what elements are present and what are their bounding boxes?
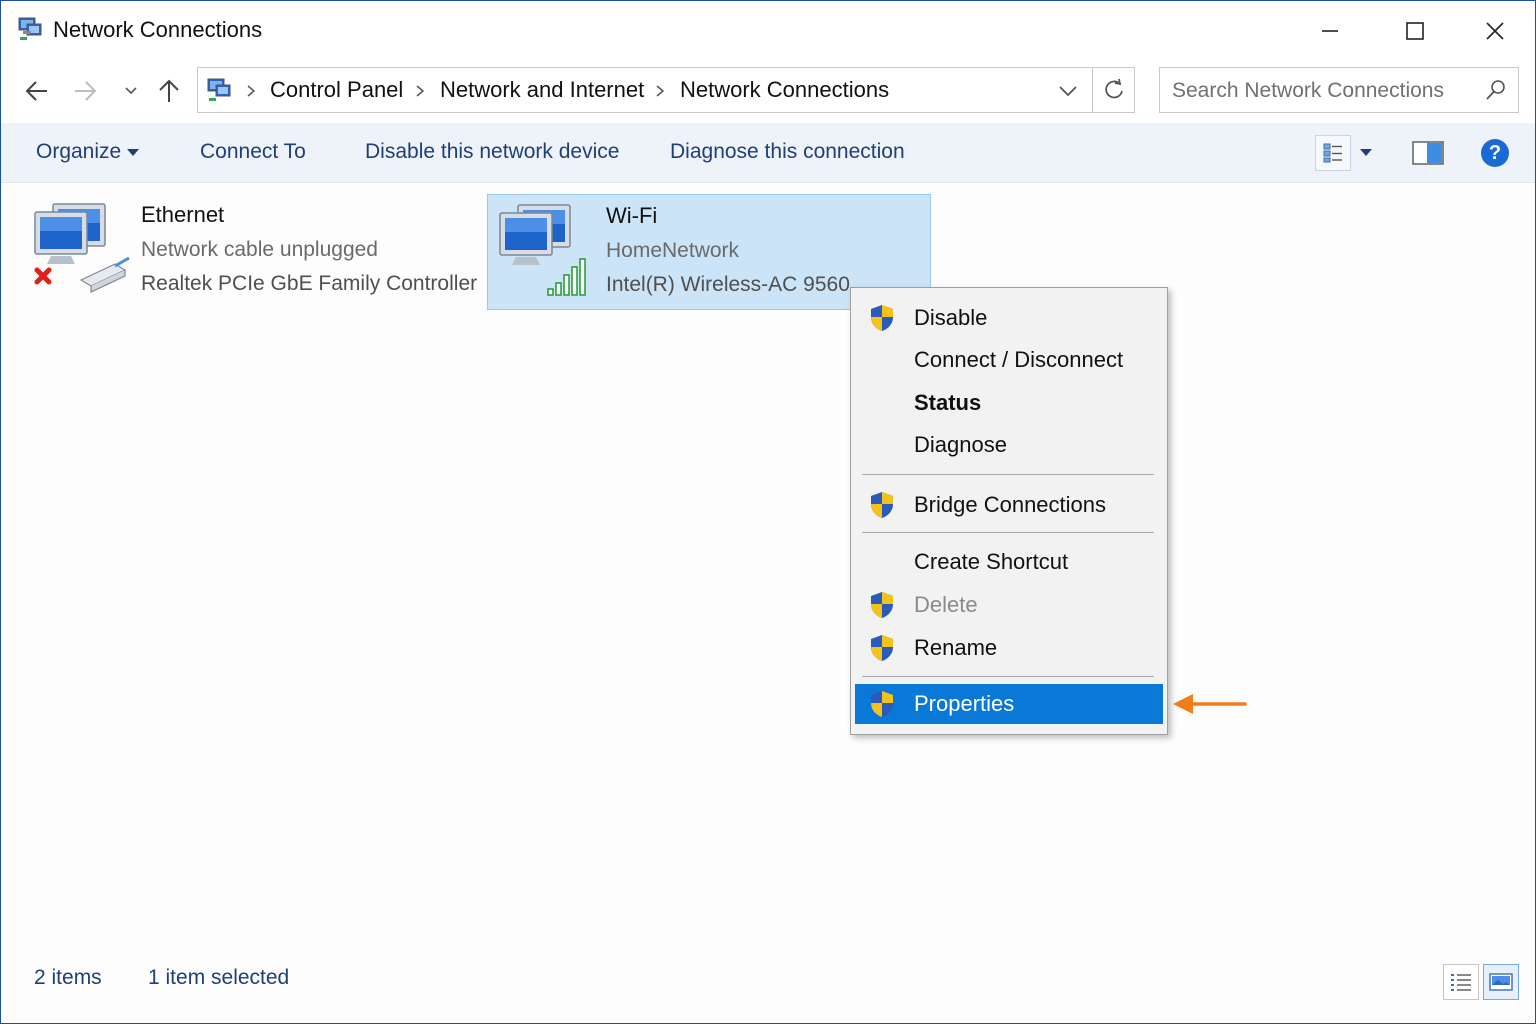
status-bar: 2 items 1 item selected	[1, 954, 1535, 1023]
menu-separator	[862, 532, 1154, 533]
connections-list: Ethernet Network cable unplugged Realtek…	[1, 184, 1535, 954]
arrow-left-icon	[25, 81, 47, 101]
large-icons-view-icon	[1489, 973, 1513, 991]
menu-item-label: Create Shortcut	[914, 549, 1069, 574]
refresh-button[interactable]	[1093, 67, 1135, 113]
arrow-right-icon	[75, 81, 97, 101]
uac-shield-icon	[871, 691, 893, 717]
uac-shield-icon	[871, 305, 893, 331]
network-connections-icon	[207, 78, 231, 101]
search-input[interactable]	[1172, 77, 1472, 105]
menu-item-properties[interactable]: Properties	[855, 684, 1163, 724]
caret-down-icon[interactable]	[1360, 149, 1372, 156]
organize-button[interactable]: Organize	[36, 140, 121, 164]
menu-item-diagnose[interactable]: Diagnose	[855, 425, 1163, 465]
chevron-right-icon	[416, 85, 425, 97]
help-button[interactable]: ?	[1481, 139, 1509, 167]
view-options-icon	[1323, 143, 1342, 163]
breadcrumb-network-connections[interactable]: Network Connections	[680, 77, 889, 103]
network-connections-window: Network Connections Control Panel Networ…	[0, 0, 1536, 1024]
uac-shield-icon	[871, 492, 893, 518]
chevron-down-icon	[1059, 86, 1077, 97]
maximize-button[interactable]	[1375, 1, 1455, 61]
item-count: 2 items	[34, 966, 102, 989]
connection-device: Realtek PCIe GbE Family Controller	[141, 272, 478, 295]
context-menu: Disable Connect / Disconnect Status Diag…	[850, 287, 1168, 735]
menu-item-label: Status	[914, 390, 982, 415]
wifi-connected-icon	[499, 204, 586, 296]
diagnose-connection-button[interactable]: Diagnose this connection	[670, 140, 905, 164]
up-button[interactable]	[149, 71, 189, 111]
forward-button[interactable]	[65, 71, 105, 111]
menu-item-label: Bridge Connections	[914, 492, 1107, 517]
menu-item-delete: Delete	[855, 585, 1163, 625]
recent-locations-button[interactable]	[111, 71, 151, 111]
address-dropdown-button[interactable]	[1050, 74, 1086, 108]
menu-item-connect-disconnect[interactable]: Connect / Disconnect	[855, 340, 1163, 380]
connection-status: HomeNetwork	[606, 239, 740, 262]
preview-pane-icon[interactable]	[1411, 139, 1445, 167]
menu-item-label: Rename	[914, 635, 998, 660]
menu-item-label: Diagnose	[914, 432, 1007, 457]
breadcrumb-control-panel[interactable]: Control Panel	[270, 77, 403, 103]
menu-item-disable[interactable]: Disable	[855, 298, 1163, 338]
selection-count: 1 item selected	[148, 966, 290, 989]
uac-shield-icon	[871, 592, 893, 618]
minimize-button[interactable]	[1290, 1, 1370, 61]
close-icon	[1486, 22, 1504, 40]
details-view-button[interactable]	[1443, 964, 1479, 1000]
chevron-right-icon	[247, 85, 256, 97]
ethernet-disconnected-icon	[34, 203, 130, 293]
menu-item-bridge-connections[interactable]: Bridge Connections	[855, 485, 1163, 525]
arrow-up-icon	[159, 79, 179, 102]
connect-to-button[interactable]: Connect To	[200, 140, 306, 164]
menu-item-label: Connect / Disconnect	[914, 347, 1124, 372]
uac-shield-icon	[871, 635, 893, 661]
menu-item-rename[interactable]: Rename	[855, 628, 1163, 668]
connection-name: Ethernet	[141, 202, 225, 227]
menu-item-label: Disable	[914, 305, 988, 330]
search-box[interactable]	[1159, 67, 1519, 113]
close-button[interactable]	[1455, 1, 1535, 61]
minimize-icon	[1322, 30, 1338, 32]
annotation-arrow-icon	[1173, 694, 1247, 714]
connection-device: Intel(R) Wireless-AC 9560	[606, 273, 850, 296]
menu-separator	[862, 474, 1154, 475]
search-icon[interactable]	[1484, 78, 1508, 102]
menu-item-label: Delete	[914, 592, 978, 617]
menu-item-create-shortcut[interactable]: Create Shortcut	[855, 542, 1163, 582]
details-view-icon	[1451, 974, 1471, 991]
menu-item-label: Properties	[914, 691, 1015, 716]
connection-item-ethernet[interactable]: Ethernet Network cable unplugged Realtek…	[27, 194, 477, 310]
network-connections-icon	[18, 17, 42, 40]
navigation-bar: Control Panel Network and Internet Netwo…	[1, 61, 1535, 123]
refresh-icon	[1104, 78, 1123, 99]
address-bar[interactable]: Control Panel Network and Internet Netwo…	[197, 67, 1093, 113]
chevron-right-icon	[656, 85, 665, 97]
title-bar: Network Connections	[1, 1, 1535, 61]
back-button[interactable]	[17, 71, 57, 111]
breadcrumb-network-and-internet[interactable]: Network and Internet	[440, 77, 644, 103]
menu-separator	[862, 676, 1154, 677]
command-bar: Organize Connect To Disable this network…	[1, 123, 1535, 183]
caret-down-icon[interactable]	[127, 149, 139, 156]
connection-name: Wi-Fi	[606, 203, 658, 228]
maximize-icon	[1406, 22, 1424, 40]
disable-device-button[interactable]: Disable this network device	[365, 140, 619, 164]
chevron-down-icon	[125, 87, 137, 95]
large-icons-view-button[interactable]	[1483, 964, 1519, 1000]
connection-status: Network cable unplugged	[141, 238, 378, 261]
change-view-button[interactable]	[1315, 135, 1351, 171]
window-title: Network Connections	[53, 17, 263, 42]
menu-item-status[interactable]: Status	[855, 383, 1163, 423]
